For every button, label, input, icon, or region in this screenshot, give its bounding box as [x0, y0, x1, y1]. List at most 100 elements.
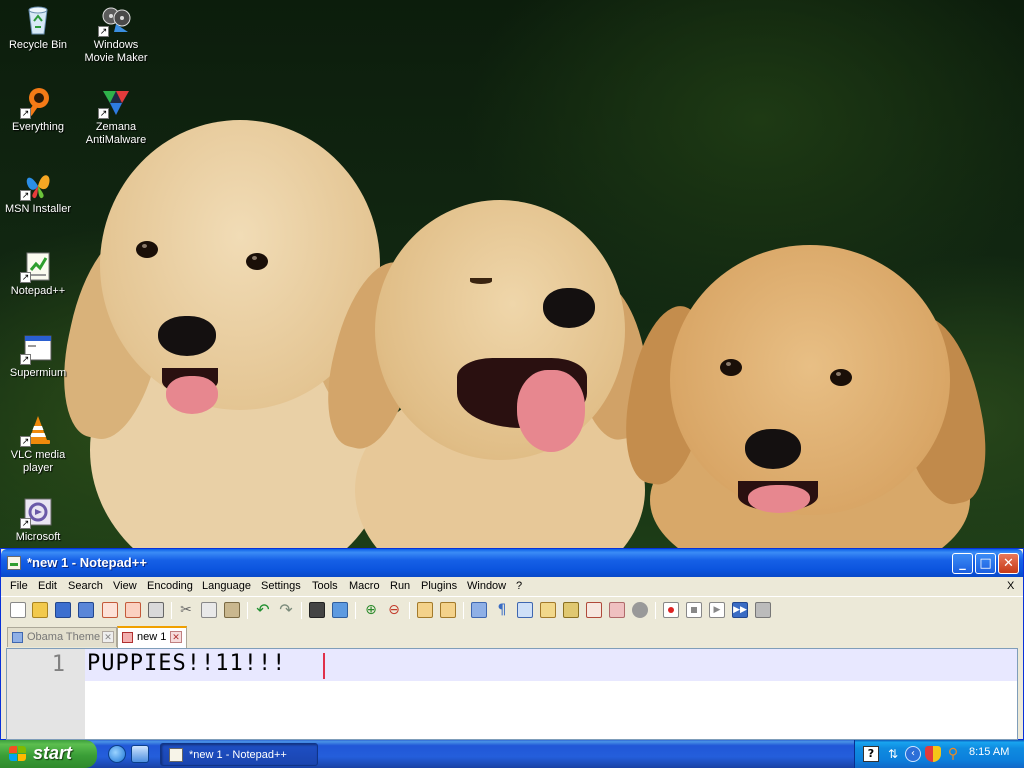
desktop-icon-label: Zemana AntiMalware: [85, 121, 147, 146]
desktop-icon-msn-installer[interactable]: ↗ MSN Installer: [0, 168, 76, 216]
movie-maker-icon: ↗: [98, 4, 132, 37]
taskbar-button-label: *new 1 - Notepad++: [189, 749, 287, 761]
shortcut-arrow-icon: ↗: [98, 26, 109, 37]
desktop-icon-windows-movie-maker[interactable]: ↗ Windows Movie Maker: [78, 4, 154, 65]
menu-close-document-button[interactable]: X: [1007, 580, 1014, 592]
zoom-in-icon[interactable]: ⊕: [363, 602, 379, 618]
toolbar: ✂ ↶ ↷ ⊕ ⊖ ¶ ▶ ▶▶: [1, 596, 1023, 623]
menu-settings[interactable]: Settings: [261, 580, 301, 592]
desktop-icon-notepad-plus-plus[interactable]: ↗ Notepad++: [0, 250, 76, 298]
save-all-icon[interactable]: [78, 602, 94, 618]
zoom-out-icon[interactable]: ⊖: [386, 602, 402, 618]
start-button[interactable]: start: [0, 740, 97, 768]
close-file-icon[interactable]: [102, 602, 118, 618]
show-desktop-icon[interactable]: [131, 745, 149, 763]
show-all-characters-icon[interactable]: ¶: [494, 602, 510, 618]
cut-icon[interactable]: ✂: [178, 602, 194, 618]
desktop-icon-vlc-media-player[interactable]: ↗ VLC media player: [0, 414, 76, 475]
tab-close-icon[interactable]: ✕: [170, 631, 182, 643]
user-defined-language-icon[interactable]: [540, 602, 556, 618]
sync-vertical-scroll-icon[interactable]: [417, 602, 433, 618]
save-icon[interactable]: [55, 602, 71, 618]
play-macro-icon[interactable]: ▶: [709, 602, 725, 618]
taskbar-button-notepad-plus-plus[interactable]: *new 1 - Notepad++: [160, 743, 318, 766]
menu-macro[interactable]: Macro: [349, 580, 380, 592]
shortcut-arrow-icon: ↗: [98, 108, 109, 119]
help-icon[interactable]: ?: [863, 746, 879, 762]
shortcut-arrow-icon: ↗: [20, 190, 31, 201]
security-shield-icon[interactable]: [925, 746, 941, 762]
save-macro-icon[interactable]: [755, 602, 771, 618]
shortcut-arrow-icon: ↗: [20, 436, 31, 447]
desktop-icon-microsoft[interactable]: ↗ Microsoft: [0, 496, 76, 544]
expand-tray-icon[interactable]: ‹: [905, 746, 921, 762]
word-wrap-icon[interactable]: [471, 602, 487, 618]
function-list-icon[interactable]: [586, 602, 602, 618]
editor-text[interactable]: PUPPIES!!11!!!: [87, 651, 286, 676]
notepad-plus-plus-window: *new 1 - Notepad++ _ □ ✕ File Edit Searc…: [0, 548, 1024, 740]
stop-macro-icon[interactable]: [686, 602, 702, 618]
undo-icon[interactable]: ↶: [255, 602, 271, 618]
clock: 8:15 AM: [969, 746, 1010, 758]
menu-run[interactable]: Run: [390, 580, 410, 592]
menu-file[interactable]: File: [10, 580, 28, 592]
notepad-plus-plus-icon: [169, 748, 183, 762]
folder-as-workspace-icon[interactable]: [609, 602, 625, 618]
start-label: start: [33, 743, 73, 763]
toolbar-separator: [171, 602, 172, 619]
desktop-icon-label: Recycle Bin: [8, 39, 68, 51]
close-button[interactable]: ✕: [998, 553, 1019, 574]
wallpaper-puppy-right: [614, 245, 999, 585]
redo-icon[interactable]: ↷: [278, 602, 294, 618]
document-map-icon[interactable]: [563, 602, 579, 618]
find-icon[interactable]: [309, 602, 325, 618]
close-all-icon[interactable]: [125, 602, 141, 618]
menu-edit[interactable]: Edit: [38, 580, 57, 592]
tab-close-icon[interactable]: ✕: [102, 631, 114, 643]
wallpaper-puppy-middle: [313, 200, 659, 600]
menu-tools[interactable]: Tools: [312, 580, 338, 592]
menu-bar: File Edit Search View Encoding Language …: [1, 577, 1023, 596]
internet-explorer-icon[interactable]: [108, 745, 126, 763]
window-titlebar[interactable]: *new 1 - Notepad++ _ □ ✕: [1, 549, 1023, 577]
windows-logo-icon: [9, 746, 27, 762]
new-file-icon[interactable]: [10, 602, 26, 618]
toolbar-separator: [355, 602, 356, 619]
network-icon[interactable]: ⇅: [885, 746, 901, 762]
paste-icon[interactable]: [224, 602, 240, 618]
tab-bar: Obama Theme ✕ new 1 ✕: [1, 624, 1023, 648]
copy-icon[interactable]: [201, 602, 217, 618]
menu-search[interactable]: Search: [68, 580, 103, 592]
record-macro-icon[interactable]: [663, 602, 679, 618]
menu-plugins[interactable]: Plugins: [421, 580, 457, 592]
minimize-button[interactable]: _: [952, 553, 973, 574]
menu-help[interactable]: ?: [516, 580, 522, 592]
monitoring-icon[interactable]: [632, 602, 648, 618]
desktop-icon-label: VLC media player: [10, 449, 66, 474]
line-number: 1: [51, 652, 65, 677]
tab-obama-theme[interactable]: Obama Theme ✕: [7, 627, 117, 647]
desktop-icon-recycle-bin[interactable]: Recycle Bin: [0, 4, 76, 52]
msn-butterfly-icon: ↗: [20, 168, 54, 201]
desktop-icon-everything[interactable]: ↗ Everything: [0, 86, 76, 134]
open-file-icon[interactable]: [32, 602, 48, 618]
search-icon[interactable]: ⚲: [945, 746, 961, 762]
replace-icon[interactable]: [332, 602, 348, 618]
editor-area[interactable]: 1 PUPPIES!!11!!!: [6, 648, 1018, 740]
menu-view[interactable]: View: [113, 580, 137, 592]
microsoft-app-icon: ↗: [20, 496, 54, 529]
tab-new-1[interactable]: new 1 ✕: [117, 626, 187, 648]
menu-language[interactable]: Language: [202, 580, 251, 592]
maximize-button[interactable]: □: [975, 553, 996, 574]
print-icon[interactable]: [148, 602, 164, 618]
desktop-icon-label: Microsoft: [15, 531, 61, 543]
notepad-plus-plus-icon[interactable]: [7, 556, 21, 570]
vlc-cone-icon: ↗: [20, 414, 54, 447]
desktop-icon-zemana-antimalware[interactable]: ↗ Zemana AntiMalware: [78, 86, 154, 147]
indent-guide-icon[interactable]: [517, 602, 533, 618]
run-macro-multiple-icon[interactable]: ▶▶: [732, 602, 748, 618]
sync-horizontal-scroll-icon[interactable]: [440, 602, 456, 618]
menu-encoding[interactable]: Encoding: [147, 580, 193, 592]
menu-window[interactable]: Window: [467, 580, 506, 592]
desktop-icon-supermium[interactable]: ↗ Supermium: [0, 332, 76, 380]
